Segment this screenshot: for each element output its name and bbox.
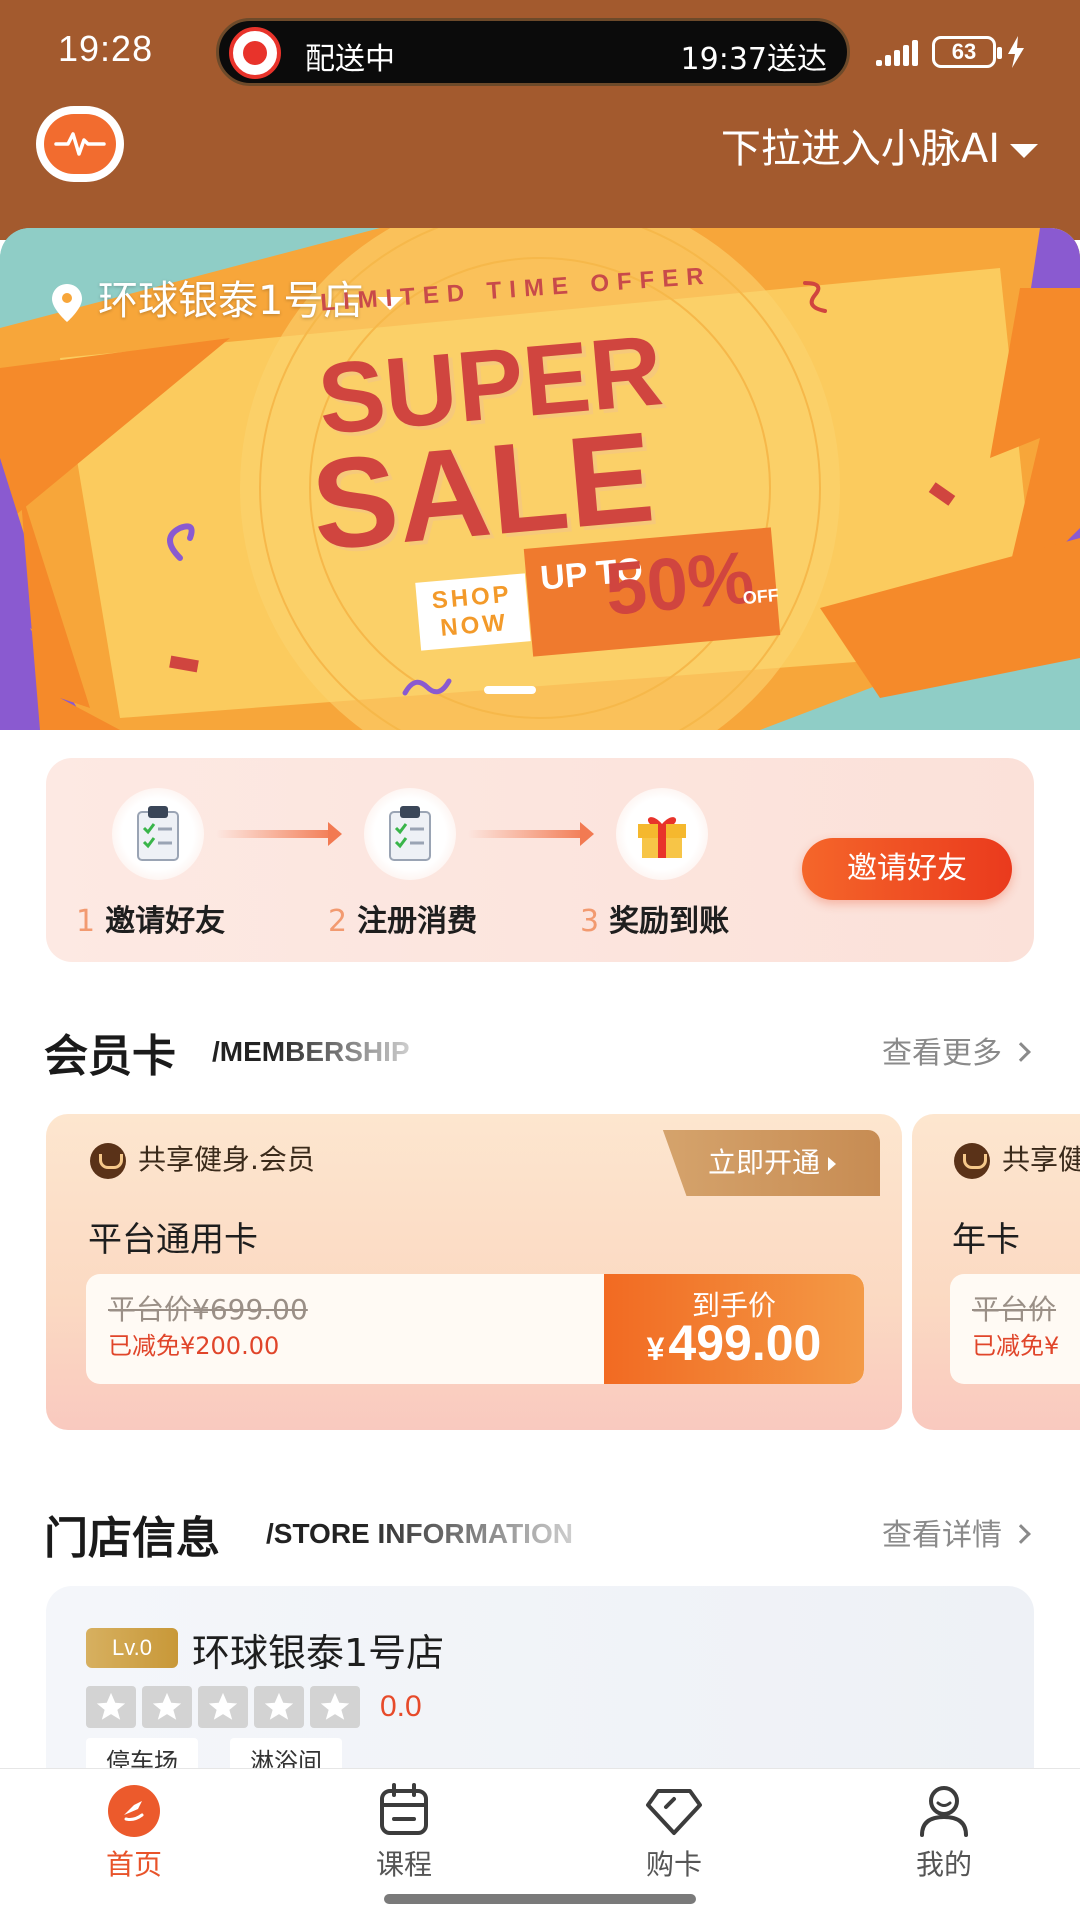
- tab-profile[interactable]: 我的: [864, 1783, 1024, 1883]
- promo-banner[interactable]: 环球银泰1号店 LIMITED TIME OFFER SUPER SALE SH…: [0, 228, 1080, 730]
- caret-down-icon: [1010, 144, 1038, 158]
- star-icon: [254, 1686, 304, 1728]
- step-arrow-icon: [468, 822, 594, 846]
- delivery-status-pill[interactable]: 配送中 19:37送达: [216, 18, 850, 86]
- ai-pull-label: 下拉进入小脉AI: [720, 126, 1000, 172]
- open-membership-button[interactable]: 立即开通: [662, 1130, 880, 1196]
- store-info-subtitle: /STORE INFORMATION: [266, 1518, 573, 1549]
- tab-courses-label: 课程: [375, 1848, 432, 1881]
- step-2-label: 2 注册消费: [328, 904, 478, 939]
- final-price-value: ¥499.00: [646, 1315, 822, 1371]
- step-3-label: 3 奖励到账: [580, 904, 730, 939]
- triangle-right-icon: [828, 1157, 836, 1171]
- banner-percent-text: 50%: [601, 535, 757, 631]
- delivery-status-label: 配送中: [305, 42, 395, 77]
- diamond-badge-icon: [90, 1143, 126, 1179]
- step-arrow-icon: [216, 822, 342, 846]
- gift-icon: [616, 788, 708, 880]
- store-level-badge: Lv.0: [86, 1628, 178, 1668]
- tab-profile-label: 我的: [915, 1848, 972, 1881]
- status-time: 19:28: [58, 28, 154, 69]
- diamond-badge-icon: [954, 1143, 990, 1179]
- membership-card[interactable]: 共享健身.会员 立即开通 平台通用卡 平台价¥699.00 已减免¥200.00…: [46, 1114, 902, 1430]
- tab-home-label: 首页: [105, 1848, 162, 1881]
- star-icon: [86, 1686, 136, 1728]
- banner-page-indicator: [484, 686, 536, 694]
- location-pin-icon: [52, 284, 82, 322]
- tab-courses[interactable]: 课程: [324, 1783, 484, 1883]
- delivery-eta: 19:37送达: [680, 42, 827, 77]
- charging-bolt-icon: [1008, 36, 1024, 68]
- top-header: 19:28 配送中 19:37送达 63 下拉进入小脉AI: [0, 0, 1080, 240]
- membership-card-name: 平台通用卡: [88, 1220, 258, 1260]
- diamond-tag-icon: [644, 1783, 704, 1837]
- app-logo[interactable]: [36, 106, 124, 182]
- star-icon: [198, 1686, 248, 1728]
- star-icon: [142, 1686, 192, 1728]
- membership-subtitle: /MEMBERSHIP: [212, 1036, 410, 1067]
- banner-off-text: OFF: [742, 585, 780, 609]
- rating-value: 0.0: [380, 1690, 422, 1723]
- membership-card[interactable]: 共享健 年卡 平台价 已减免¥: [912, 1114, 1080, 1430]
- pulse-chat-logo-icon: [44, 114, 116, 174]
- banner-discount-box: UP TO 50% OFF: [523, 527, 781, 657]
- delivery-rider-icon: [229, 27, 281, 79]
- user-icon: [914, 1783, 974, 1837]
- membership-card-name: 年卡: [952, 1220, 1020, 1260]
- tab-home[interactable]: 首页: [54, 1783, 214, 1883]
- home-icon: [104, 1783, 164, 1837]
- home-indicator[interactable]: [384, 1894, 696, 1904]
- clipboard-check-icon: [364, 788, 456, 880]
- star-rating: [86, 1686, 366, 1732]
- chevron-right-icon: [1011, 1523, 1031, 1544]
- clipboard-check-icon: [112, 788, 204, 880]
- store-name: 环球银泰1号店: [192, 1631, 445, 1675]
- membership-title: 会员卡: [44, 1031, 176, 1082]
- star-icon: [310, 1686, 360, 1728]
- original-price: 平台价: [972, 1293, 1057, 1326]
- store-info-title: 门店信息: [44, 1513, 220, 1564]
- store-details-link[interactable]: 查看详情: [882, 1510, 1031, 1554]
- final-price-box: 到手价 ¥499.00: [604, 1274, 864, 1384]
- tab-buy-card[interactable]: 购卡: [594, 1783, 754, 1883]
- home-page: 19:28 配送中 19:37送达 63 下拉进入小脉AI 环球银泰1号店 LI…: [0, 0, 1080, 1920]
- saved-amount: 已减免¥200.00: [108, 1332, 280, 1360]
- membership-tag: 共享健身.会员: [90, 1138, 315, 1179]
- chevron-right-icon: [1011, 1041, 1031, 1062]
- tab-buy-card-label: 购卡: [645, 1848, 702, 1881]
- original-price: 平台价¥699.00: [108, 1293, 308, 1326]
- membership-tag: 共享健: [954, 1138, 1080, 1179]
- calendar-icon: [374, 1783, 434, 1837]
- battery-icon: 63: [932, 36, 1002, 68]
- signal-icon: [876, 40, 920, 66]
- invite-friends-button[interactable]: 邀请好友: [802, 838, 1012, 900]
- invite-steps-card: 1 邀请好友 2 注册消费 3 奖励到账 邀请好友: [46, 758, 1034, 962]
- saved-amount: 已减免¥: [972, 1332, 1060, 1360]
- step-1-label: 1 邀请好友: [76, 904, 226, 939]
- membership-more-link[interactable]: 查看更多: [882, 1028, 1031, 1072]
- membership-price-box: 平台价 已减免¥: [950, 1274, 1080, 1384]
- membership-price-box: 平台价¥699.00 已减免¥200.00 到手价 ¥499.00: [86, 1274, 864, 1384]
- ai-pull-hint[interactable]: 下拉进入小脉AI: [721, 116, 1038, 174]
- banner-shop-now-text: SHOP NOW: [415, 573, 531, 651]
